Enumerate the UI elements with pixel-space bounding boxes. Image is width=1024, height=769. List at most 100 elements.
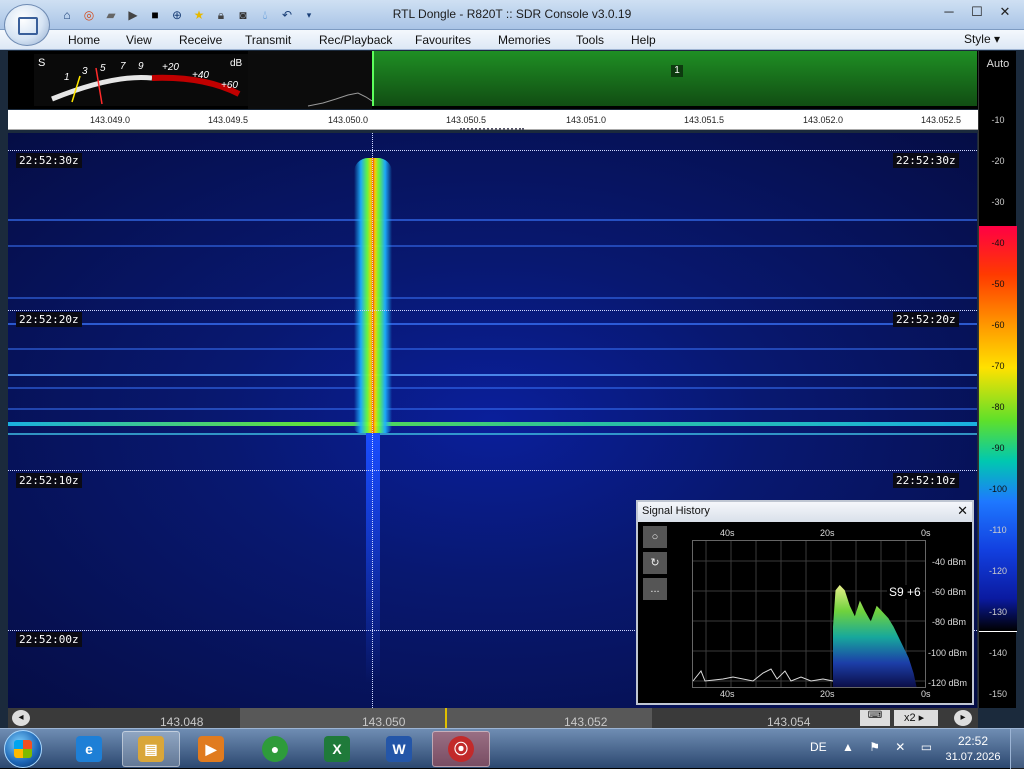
close-button[interactable]: ✕ xyxy=(992,3,1018,21)
level-scale[interactable]: Auto -10 -20 -30 -40 -50 -60 -70 -80 -90… xyxy=(978,51,1017,708)
media-player-icon: ▶ xyxy=(198,736,224,762)
level-tick: -90 xyxy=(991,443,1005,453)
band-plan-bar[interactable] xyxy=(372,51,977,106)
time-gridline xyxy=(8,470,977,471)
signal-history-close-button[interactable]: ✕ xyxy=(957,503,968,519)
app-window: ⌂ ◎ ▰ ▶ ■ ⊕ ★ 🔒︎ ◙ 💧︎ ↶ ▾ RTL Dongle - R… xyxy=(0,0,1024,729)
sdr-console-icon: ⦿ xyxy=(448,736,474,762)
taskbar-internet-explorer[interactable]: e xyxy=(60,731,118,767)
s-scale-5: 5 xyxy=(100,63,106,74)
time-label-left: 22:52:00z xyxy=(16,632,82,647)
signal-history-refresh-button[interactable]: ↻ xyxy=(643,552,667,574)
freq-tick: 143.051.5 xyxy=(684,115,725,125)
level-tick: -20 xyxy=(991,156,1005,166)
system-tray-icons[interactable]: ▲ ⚑ ✕ ▭ xyxy=(842,740,938,754)
freq-tick: 143.051.0 xyxy=(566,115,607,125)
freq-tick: 143.049.0 xyxy=(90,115,131,125)
signal-history-titlebar[interactable]: Signal History ✕ xyxy=(638,502,972,522)
frequency-scrollbar[interactable]: ◂ 143.048 143.050 143.052 143.054 ⌨ x2 ▸… xyxy=(8,708,978,729)
menu-favourites[interactable]: Favourites xyxy=(415,33,471,47)
language-indicator[interactable]: DE xyxy=(810,740,827,754)
spectrum-trace xyxy=(248,51,373,109)
menu-view[interactable]: View xyxy=(126,33,152,47)
waterfall-streak xyxy=(8,348,977,350)
word-icon: W xyxy=(386,736,412,762)
band-marker[interactable]: 1 xyxy=(671,65,683,77)
start-button[interactable] xyxy=(4,730,42,768)
menu-memories[interactable]: Memories xyxy=(498,33,551,47)
taskbar-excel[interactable]: X xyxy=(308,731,366,767)
tuning-marker[interactable] xyxy=(460,128,524,132)
sh-time-bottom: 0s xyxy=(921,689,931,699)
zoom-button[interactable]: x2 ▸ xyxy=(894,710,938,726)
sh-time-top: 0s xyxy=(921,528,931,538)
clock-date[interactable]: 31.07.2026 xyxy=(940,751,1006,763)
zoom-label: x2 xyxy=(904,712,916,724)
waterfall-streak xyxy=(8,219,977,221)
level-tick: -30 xyxy=(991,197,1005,207)
windows-logo-icon xyxy=(14,740,32,758)
threshold-line[interactable] xyxy=(979,631,1017,632)
signal-history-panel: Signal History ✕ ○ ↻ ... 40s 20s 0s S9 +… xyxy=(636,500,974,705)
clock-time[interactable]: 22:52 xyxy=(950,734,996,748)
menu-help[interactable]: Help xyxy=(631,33,656,47)
menu-receive[interactable]: Receive xyxy=(179,33,222,47)
signal-history-reset-button[interactable]: ○ xyxy=(643,526,667,548)
level-tick: -40 xyxy=(991,238,1005,248)
maximize-button[interactable]: ☐ xyxy=(964,3,990,21)
waterfall-streak xyxy=(8,374,977,376)
sh-dbm-label: -80 dBm xyxy=(932,617,967,627)
sh-time-top: 20s xyxy=(820,528,835,538)
folder-icon: ▤ xyxy=(138,736,164,762)
sh-dbm-label: -100 dBm xyxy=(928,648,968,658)
scroll-right-button[interactable]: ▸ xyxy=(954,710,972,726)
menu-rec-playback[interactable]: Rec/Playback xyxy=(319,33,392,47)
sh-dbm-label: -120 dBm xyxy=(928,678,968,688)
signal-history-more-button[interactable]: ... xyxy=(643,578,667,600)
spectrum-trace-line xyxy=(307,92,373,107)
freq-tick: 143.050.0 xyxy=(328,115,369,125)
waterfall-streak xyxy=(8,323,977,325)
menu-tools[interactable]: Tools xyxy=(576,33,604,47)
s-scale-1: 1 xyxy=(64,72,70,83)
scroll-left-button[interactable]: ◂ xyxy=(12,710,30,726)
keyboard-icon[interactable]: ⌨ xyxy=(860,710,890,726)
waterfall-streak xyxy=(8,433,977,435)
excel-icon: X xyxy=(324,736,350,762)
time-gridline xyxy=(8,310,977,311)
taskbar-file-explorer[interactable]: ▤ xyxy=(122,731,180,767)
tuned-frequency-marker xyxy=(445,708,447,728)
window-title: RTL Dongle - R820T :: SDR Console v3.0.1… xyxy=(392,7,632,21)
s-scale-plus20: +20 xyxy=(162,62,179,73)
auto-button[interactable]: Auto xyxy=(979,58,1017,70)
style-label: Style xyxy=(963,32,991,46)
time-label-right: 22:52:10z xyxy=(893,473,959,488)
level-tick: -100 xyxy=(988,484,1007,494)
taskbar-sdr-console[interactable]: ⦿ xyxy=(432,731,490,767)
s-scale-plus40: +40 xyxy=(192,70,209,81)
taskbar-chrome[interactable]: ● xyxy=(246,731,304,767)
sh-dbm-label: -40 dBm xyxy=(932,557,967,567)
freq-tick: 143.050.5 xyxy=(446,115,487,125)
time-label-left: 22:52:30z xyxy=(16,153,82,168)
level-tick: -80 xyxy=(991,402,1005,412)
menu-transmit[interactable]: Transmit xyxy=(245,33,291,47)
style-dropdown[interactable]: Style ▾ xyxy=(964,32,1000,46)
waterfall-streak xyxy=(8,387,977,389)
time-label-right: 22:52:20z xyxy=(893,312,959,327)
menu-home[interactable]: Home xyxy=(68,33,100,47)
level-tick: -110 xyxy=(989,525,1007,535)
taskbar-word[interactable]: W xyxy=(370,731,428,767)
minimize-button[interactable]: ─ xyxy=(936,3,962,21)
taskbar-media-player[interactable]: ▶ xyxy=(182,731,240,767)
app-menu-button[interactable] xyxy=(4,4,50,46)
frequency-scale[interactable]: 143.049.0 143.049.5 143.050.0 143.050.5 … xyxy=(8,110,978,130)
level-tick: -10 xyxy=(991,115,1005,125)
signal-carrier-trace xyxy=(354,158,392,433)
show-desktop-button[interactable] xyxy=(1010,729,1024,769)
sh-time-bottom: 20s xyxy=(820,689,835,699)
level-tick: -150 xyxy=(988,689,1007,699)
freq-tick: 143.052.0 xyxy=(803,115,844,125)
level-tick: -130 xyxy=(988,607,1007,617)
scroll-freq-label: 143.052 xyxy=(564,715,608,729)
